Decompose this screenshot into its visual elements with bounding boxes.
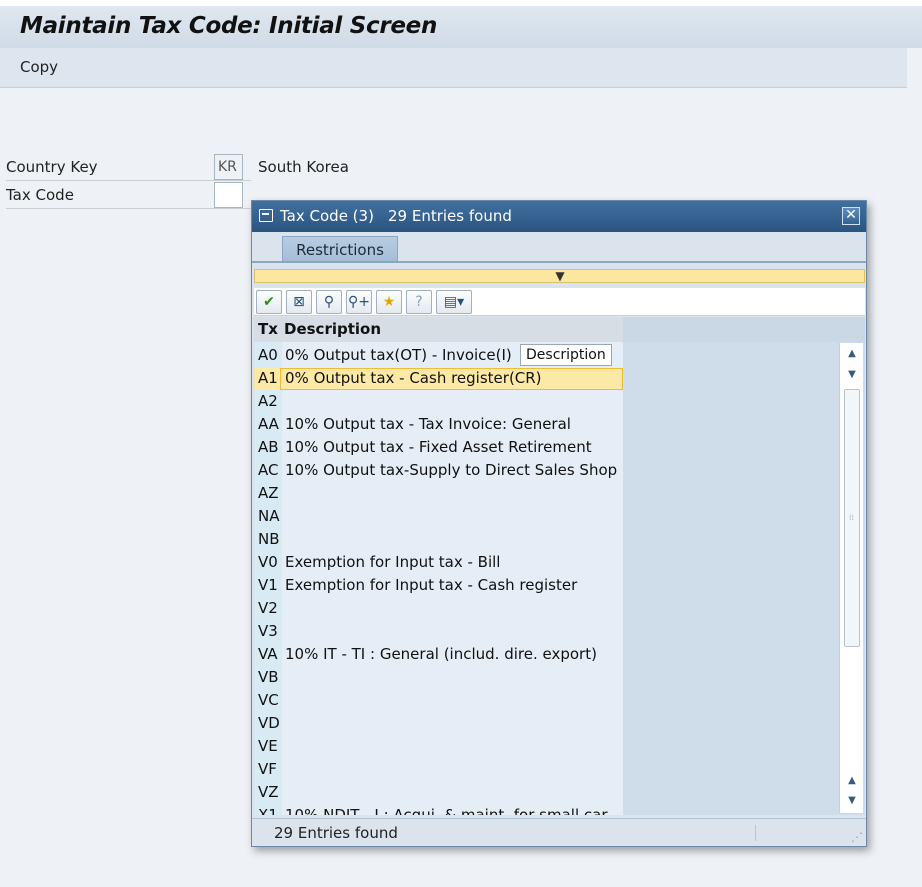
application-toolbar: Copy	[0, 48, 907, 88]
tax-code-key[interactable]: VC	[258, 689, 279, 712]
tax-code-description[interactable]: 10% Output tax - Fixed Asset Retirement	[285, 436, 592, 459]
list-item[interactable]: AC 10% Output tax-Supply to Direct Sales …	[254, 459, 839, 482]
status-text: 29 Entries found	[274, 824, 398, 842]
list-item[interactable]: AZ	[254, 482, 839, 505]
tax-code-key[interactable]: X1	[258, 804, 278, 815]
tax-code-key[interactable]: NB	[258, 528, 280, 551]
column-tooltip: Description	[520, 344, 612, 366]
list-item[interactable]: V0 Exemption for Input tax - Bill	[254, 551, 839, 574]
results-list: Tx Description A0 0% Output tax(OT) - Inv…	[254, 317, 865, 815]
tax-code-key[interactable]: V1	[258, 574, 278, 597]
find-icon[interactable]: ⚲	[316, 290, 342, 314]
tax-code-key[interactable]: A2	[258, 390, 278, 413]
tax-code-key[interactable]: A0	[258, 344, 278, 367]
tax-code-search-dialog: Tax Code (3) 29 Entries found ✕ Restrict…	[251, 200, 867, 847]
tax-code-key[interactable]: V2	[258, 597, 278, 620]
tax-code-key[interactable]: VZ	[258, 781, 279, 804]
column-header-row: Tx Description	[254, 317, 865, 342]
scroll-grip-icon: ⁞⁞	[849, 513, 855, 522]
tax-code-key[interactable]: AC	[258, 459, 278, 482]
status-divider	[755, 825, 756, 841]
list-item[interactable]: AA 10% Output tax - Tax Invoice: General	[254, 413, 839, 436]
close-icon[interactable]: ✕	[842, 207, 860, 225]
country-key-field: KR	[214, 154, 243, 180]
column-header-filler	[623, 317, 865, 342]
value-help-icon	[259, 209, 273, 222]
page-title: Maintain Tax Code: Initial Screen	[20, 13, 438, 39]
title-bar: Maintain Tax Code: Initial Screen	[0, 0, 922, 48]
tax-code-key[interactable]: VB	[258, 666, 279, 689]
tax-code-input[interactable]	[214, 182, 243, 208]
dialog-entry-count: 29 Entries found	[388, 207, 512, 225]
column-header-description[interactable]: Description	[284, 317, 381, 342]
dialog-status-bar: 29 Entries found ⋰	[252, 818, 866, 846]
column-header-key[interactable]: Tx	[258, 317, 278, 342]
tax-code-key[interactable]: AZ	[258, 482, 279, 505]
scroll-up-icon[interactable]: ▲	[844, 346, 860, 362]
favorite-add-icon[interactable]: ★	[376, 290, 402, 314]
scroll-down-icon[interactable]: ▼	[844, 793, 860, 809]
dialog-header: Tax Code (3) 29 Entries found ✕	[252, 201, 866, 232]
tax-code-description[interactable]: 10% Output tax-Supply to Direct Sales Sh…	[285, 459, 617, 482]
tax-code-key[interactable]: VF	[258, 758, 277, 781]
tax-code-key[interactable]: NA	[258, 505, 279, 528]
tax-code-description[interactable]: 10% IT - TI : General (includ. dire. exp…	[285, 643, 597, 666]
tax-code-key[interactable]: V3	[258, 620, 278, 643]
tab-strip: Restrictions	[252, 232, 866, 268]
tax-code-key[interactable]: A1	[258, 367, 278, 390]
resize-grip-icon[interactable]: ⋰	[851, 830, 863, 844]
tax-code-description[interactable]: 0% Output tax - Cash register(CR)	[285, 367, 542, 390]
restrictions-collapse-bar[interactable]: ▼	[254, 269, 865, 283]
tax-code-key[interactable]: AB	[258, 436, 279, 459]
print-icon[interactable]: ▤▾	[436, 290, 472, 314]
list-item[interactable]: V1 Exemption for Input tax - Cash registe…	[254, 574, 839, 597]
list-item[interactable]: V3	[254, 620, 839, 643]
list-item[interactable]: VA 10% IT - TI : General (includ. dire. e…	[254, 643, 839, 666]
dialog-title: Tax Code (3)	[280, 207, 374, 225]
tab-restrictions[interactable]: Restrictions	[282, 236, 398, 262]
checkmark-icon[interactable]: ✔	[256, 290, 282, 314]
list-item[interactable]: VE	[254, 735, 839, 758]
list-item[interactable]: VB	[254, 666, 839, 689]
list-item[interactable]: V2	[254, 597, 839, 620]
collapse-handle-icon[interactable]: ▼	[551, 269, 569, 283]
tax-code-key[interactable]: V0	[258, 551, 278, 574]
tax-code-description[interactable]: Exemption for Input tax - Cash register	[285, 574, 577, 597]
scrollbar-thumb[interactable]: ⁞⁞	[844, 389, 860, 647]
scroll-page-down-icon[interactable]: ▲	[844, 773, 860, 789]
tax-code-description[interactable]: 0% Output tax(OT) - Invoice(I)	[285, 344, 512, 367]
list-item[interactable]: NB	[254, 528, 839, 551]
list-item[interactable]: VZ	[254, 781, 839, 804]
scroll-page-up-icon[interactable]: ▼	[844, 367, 860, 383]
list-item[interactable]: VF	[254, 758, 839, 781]
tax-code-description[interactable]: 10% NDIT - I : Acqui. & maint. for small…	[285, 804, 608, 815]
list-item[interactable]: VC	[254, 689, 839, 712]
country-name: South Korea	[258, 158, 349, 176]
list-item[interactable]: X1 10% NDIT - I : Acqui. & maint. for sma…	[254, 804, 839, 815]
tax-code-key[interactable]: AA	[258, 413, 279, 436]
tax-code-key[interactable]: VE	[258, 735, 278, 758]
results-rows: A0 0% Output tax(OT) - Invoice(I) Descript…	[254, 344, 839, 815]
list-item[interactable]: AB 10% Output tax - Fixed Asset Retiremen…	[254, 436, 839, 459]
list-item[interactable]: VD	[254, 712, 839, 735]
dialog-toolbar: ✔ ⊠ ⚲ ⚲+ ★ ? ▤▾	[254, 288, 865, 316]
list-item[interactable]: A2	[254, 390, 839, 413]
tax-code-description[interactable]: Exemption for Input tax - Bill	[285, 551, 500, 574]
tax-code-key[interactable]: VA	[258, 643, 278, 666]
list-item[interactable]: A1 0% Output tax - Cash register(CR)	[254, 367, 839, 390]
list-item[interactable]: A0 0% Output tax(OT) - Invoice(I) Descript…	[254, 344, 839, 367]
cancel-icon[interactable]: ⊠	[286, 290, 312, 314]
tax-code-description[interactable]: 10% Output tax - Tax Invoice: General	[285, 413, 571, 436]
vertical-scrollbar[interactable]: ▲ ▼ ⁞⁞ ▲ ▼	[839, 343, 863, 813]
help-icon[interactable]: ?	[406, 290, 432, 314]
copy-button[interactable]: Copy	[12, 54, 66, 80]
list-item[interactable]: NA	[254, 505, 839, 528]
tax-code-key[interactable]: VD	[258, 712, 280, 735]
find-next-icon[interactable]: ⚲+	[346, 290, 372, 314]
tab-divider	[252, 261, 866, 263]
